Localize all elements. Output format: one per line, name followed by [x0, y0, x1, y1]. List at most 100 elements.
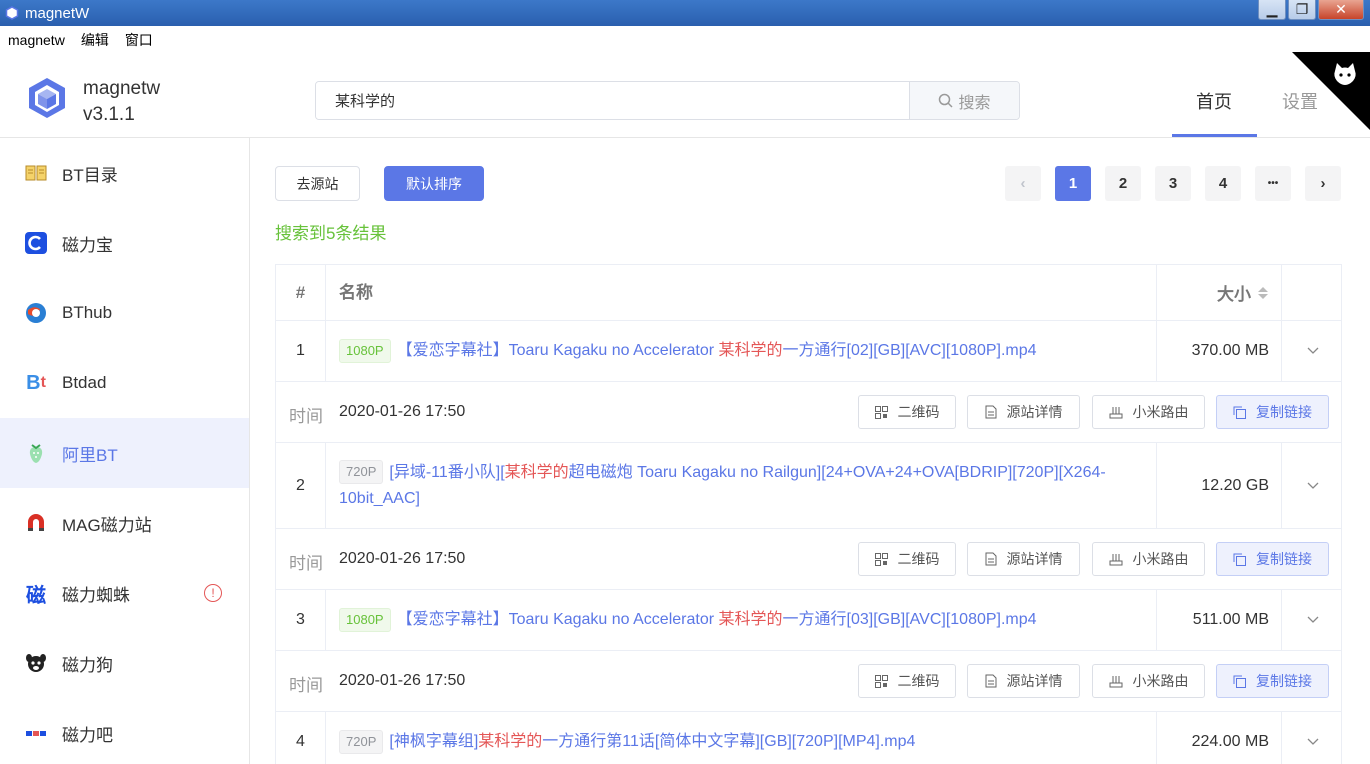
name-highlight: 某科学的 — [478, 733, 543, 750]
resolution-tag: 720P — [339, 460, 384, 485]
sort-caret-icon — [1258, 286, 1268, 299]
row-name-link[interactable]: 【爱恋字幕社】Toaru Kagaku no Accelerator 某科学的一… — [397, 342, 1037, 359]
row-index: 4 — [276, 712, 326, 764]
search-button[interactable]: 搜索 — [909, 82, 1019, 119]
globe-icon — [26, 303, 46, 323]
source-detail-button[interactable]: 源站详情 — [967, 664, 1080, 698]
results-table: # 名称 大小 1 1080P 【爱恋字幕社】Toaru Kagaku no Ac… — [275, 264, 1342, 764]
sidebar-item-btdad[interactable]: Bt Btdad — [0, 348, 249, 418]
pagination-page-2[interactable]: 2 — [1105, 166, 1141, 201]
copy-link-button[interactable]: 复制链接 — [1216, 395, 1329, 429]
qr-label: 二维码 — [897, 673, 940, 689]
pagination-page-1[interactable]: 1 — [1055, 166, 1091, 201]
row-size: 511.00 MB — [1157, 590, 1282, 650]
app-header: magnetw v3.1.1 搜索 首页 设置 — [0, 54, 1370, 138]
header-size-sort[interactable]: 大小 — [1157, 265, 1282, 320]
router-icon — [1109, 553, 1122, 565]
sidebar-item-label: 阿里BT — [62, 445, 118, 465]
magnet-icon — [28, 514, 44, 531]
search-input[interactable] — [316, 82, 909, 119]
sidebar-item-ciligou[interactable]: 磁力狗 — [0, 628, 249, 698]
sidebar-item-label: MAG磁力站 — [62, 515, 152, 535]
sidebar-item-bthub[interactable]: BThub — [0, 278, 249, 348]
pagination-more[interactable]: ••• — [1255, 166, 1291, 201]
sidebar-item-cilibao[interactable]: 磁力宝 — [0, 208, 249, 278]
sidebar-item-ciliba[interactable]: 磁力吧 — [0, 698, 249, 764]
copy-link-button[interactable]: 复制链接 — [1216, 542, 1329, 576]
table-row: 3 1080P 【爱恋字幕社】Toaru Kagaku no Accelerato… — [276, 590, 1341, 651]
name-highlight: 某科学的 — [504, 463, 569, 481]
copy-label: 复制链接 — [1256, 551, 1312, 567]
qr-icon — [874, 552, 888, 566]
detail-label: 源站详情 — [1006, 673, 1063, 689]
brand-name: magnetw — [83, 78, 161, 99]
pagination-page-4[interactable]: 4 — [1205, 166, 1241, 201]
sidebar-item-bt-directory[interactable]: BT目录 — [0, 138, 249, 208]
row-detail: 时间 2020-01-26 17:50 二维码 源站详情 小米路由 复制链接 — [276, 382, 1341, 443]
mi-router-button[interactable]: 小米路由 — [1092, 542, 1205, 576]
table-header: # 名称 大小 — [276, 265, 1341, 321]
qr-code-button[interactable]: 二维码 — [858, 542, 956, 576]
sidebar-item-alibt[interactable]: 阿里BT — [0, 418, 249, 488]
row-detail: 时间 2020-01-26 17:50 二维码 源站详情 小米路由 复制链接 — [276, 651, 1341, 712]
name-part: 一方通行[03][GB][AVC][1080P].mp4 — [782, 611, 1037, 628]
restore-button[interactable]: ❐ — [1288, 0, 1316, 20]
name-part: [异域-11番小队][ — [389, 463, 505, 481]
time-label: 时间 — [289, 676, 323, 695]
github-cat-icon[interactable] — [1330, 60, 1360, 90]
row-name-link[interactable]: [神枫字幕组]某科学的一方通行第11话[简体中文字幕][GB][720P][MP… — [389, 733, 915, 750]
row-name-cell: 1080P 【爱恋字幕社】Toaru Kagaku no Accelerator … — [326, 590, 1157, 650]
copy-icon — [1233, 675, 1246, 688]
sidebar-item-mag[interactable]: MAG磁力站 — [0, 488, 249, 558]
source-detail-button[interactable]: 源站详情 — [967, 395, 1080, 429]
bt-logo-icon: Bt — [26, 371, 46, 394]
row-size: 12.20 GB — [1157, 443, 1282, 528]
row-name-link[interactable]: 【爱恋字幕社】Toaru Kagaku no Accelerator 某科学的一… — [397, 611, 1037, 628]
menu-edit[interactable]: 编辑 — [81, 30, 109, 50]
expand-button[interactable] — [1282, 590, 1341, 650]
sort-button[interactable]: 默认排序 — [384, 166, 484, 201]
time-label: 时间 — [289, 407, 323, 426]
expand-button[interactable] — [1282, 321, 1341, 381]
document-icon — [985, 552, 996, 566]
table-row: 4 720P [神枫字幕组]某科学的一方通行第11话[简体中文字幕][GB][72… — [276, 712, 1341, 764]
pagination-page-3[interactable]: 3 — [1155, 166, 1191, 201]
go-source-button[interactable]: 去源站 — [275, 166, 360, 201]
row-index: 3 — [276, 590, 326, 650]
menu-magnetw[interactable]: magnetw — [8, 32, 65, 48]
book-icon — [25, 165, 47, 181]
menu-bar: magnetw 编辑 窗口 — [0, 26, 1370, 54]
tab-home[interactable]: 首页 — [1196, 88, 1232, 114]
search-button-label: 搜索 — [958, 94, 991, 112]
pagination-next[interactable]: › — [1305, 166, 1341, 201]
router-icon — [1109, 675, 1122, 687]
c-logo-icon — [25, 232, 47, 254]
close-button[interactable]: ✕ — [1318, 0, 1364, 20]
row-name-cell: 1080P 【爱恋字幕社】Toaru Kagaku no Accelerator … — [326, 321, 1157, 381]
minimize-button[interactable]: ▁ — [1258, 0, 1286, 20]
resolution-tag: 1080P — [339, 607, 391, 632]
detail-label: 源站详情 — [1006, 404, 1063, 420]
menu-window[interactable]: 窗口 — [125, 30, 153, 50]
tab-home-indicator — [1172, 134, 1257, 137]
copy-icon — [1233, 406, 1246, 419]
expand-button[interactable] — [1282, 712, 1341, 764]
router-label: 小米路由 — [1132, 673, 1189, 689]
mi-router-button[interactable]: 小米路由 — [1092, 664, 1205, 698]
resolution-tag: 1080P — [339, 338, 391, 363]
row-name-link[interactable]: [异域-11番小队][某科学的超电磁炮 Toaru Kagaku no Rail… — [339, 464, 1106, 507]
chevron-down-icon — [1307, 482, 1318, 489]
copy-link-button[interactable]: 复制链接 — [1216, 664, 1329, 698]
sidebar: BT目录 磁力宝 BThub Bt Btdad 阿里BT MAG磁力站 磁 磁力… — [0, 138, 250, 764]
expand-button[interactable] — [1282, 443, 1341, 528]
name-highlight: 某科学的 — [718, 611, 783, 628]
qr-code-button[interactable]: 二维码 — [858, 664, 956, 698]
qr-code-button[interactable]: 二维码 — [858, 395, 956, 429]
source-detail-button[interactable]: 源站详情 — [967, 542, 1080, 576]
qr-label: 二维码 — [897, 404, 940, 420]
sidebar-item-cilizhizhu[interactable]: 磁 磁力蜘蛛 ! — [0, 558, 249, 628]
name-part: [神枫字幕组] — [389, 733, 479, 750]
mi-router-button[interactable]: 小米路由 — [1092, 395, 1205, 429]
pagination-prev[interactable]: ‹ — [1005, 166, 1041, 201]
router-label: 小米路由 — [1132, 551, 1189, 567]
